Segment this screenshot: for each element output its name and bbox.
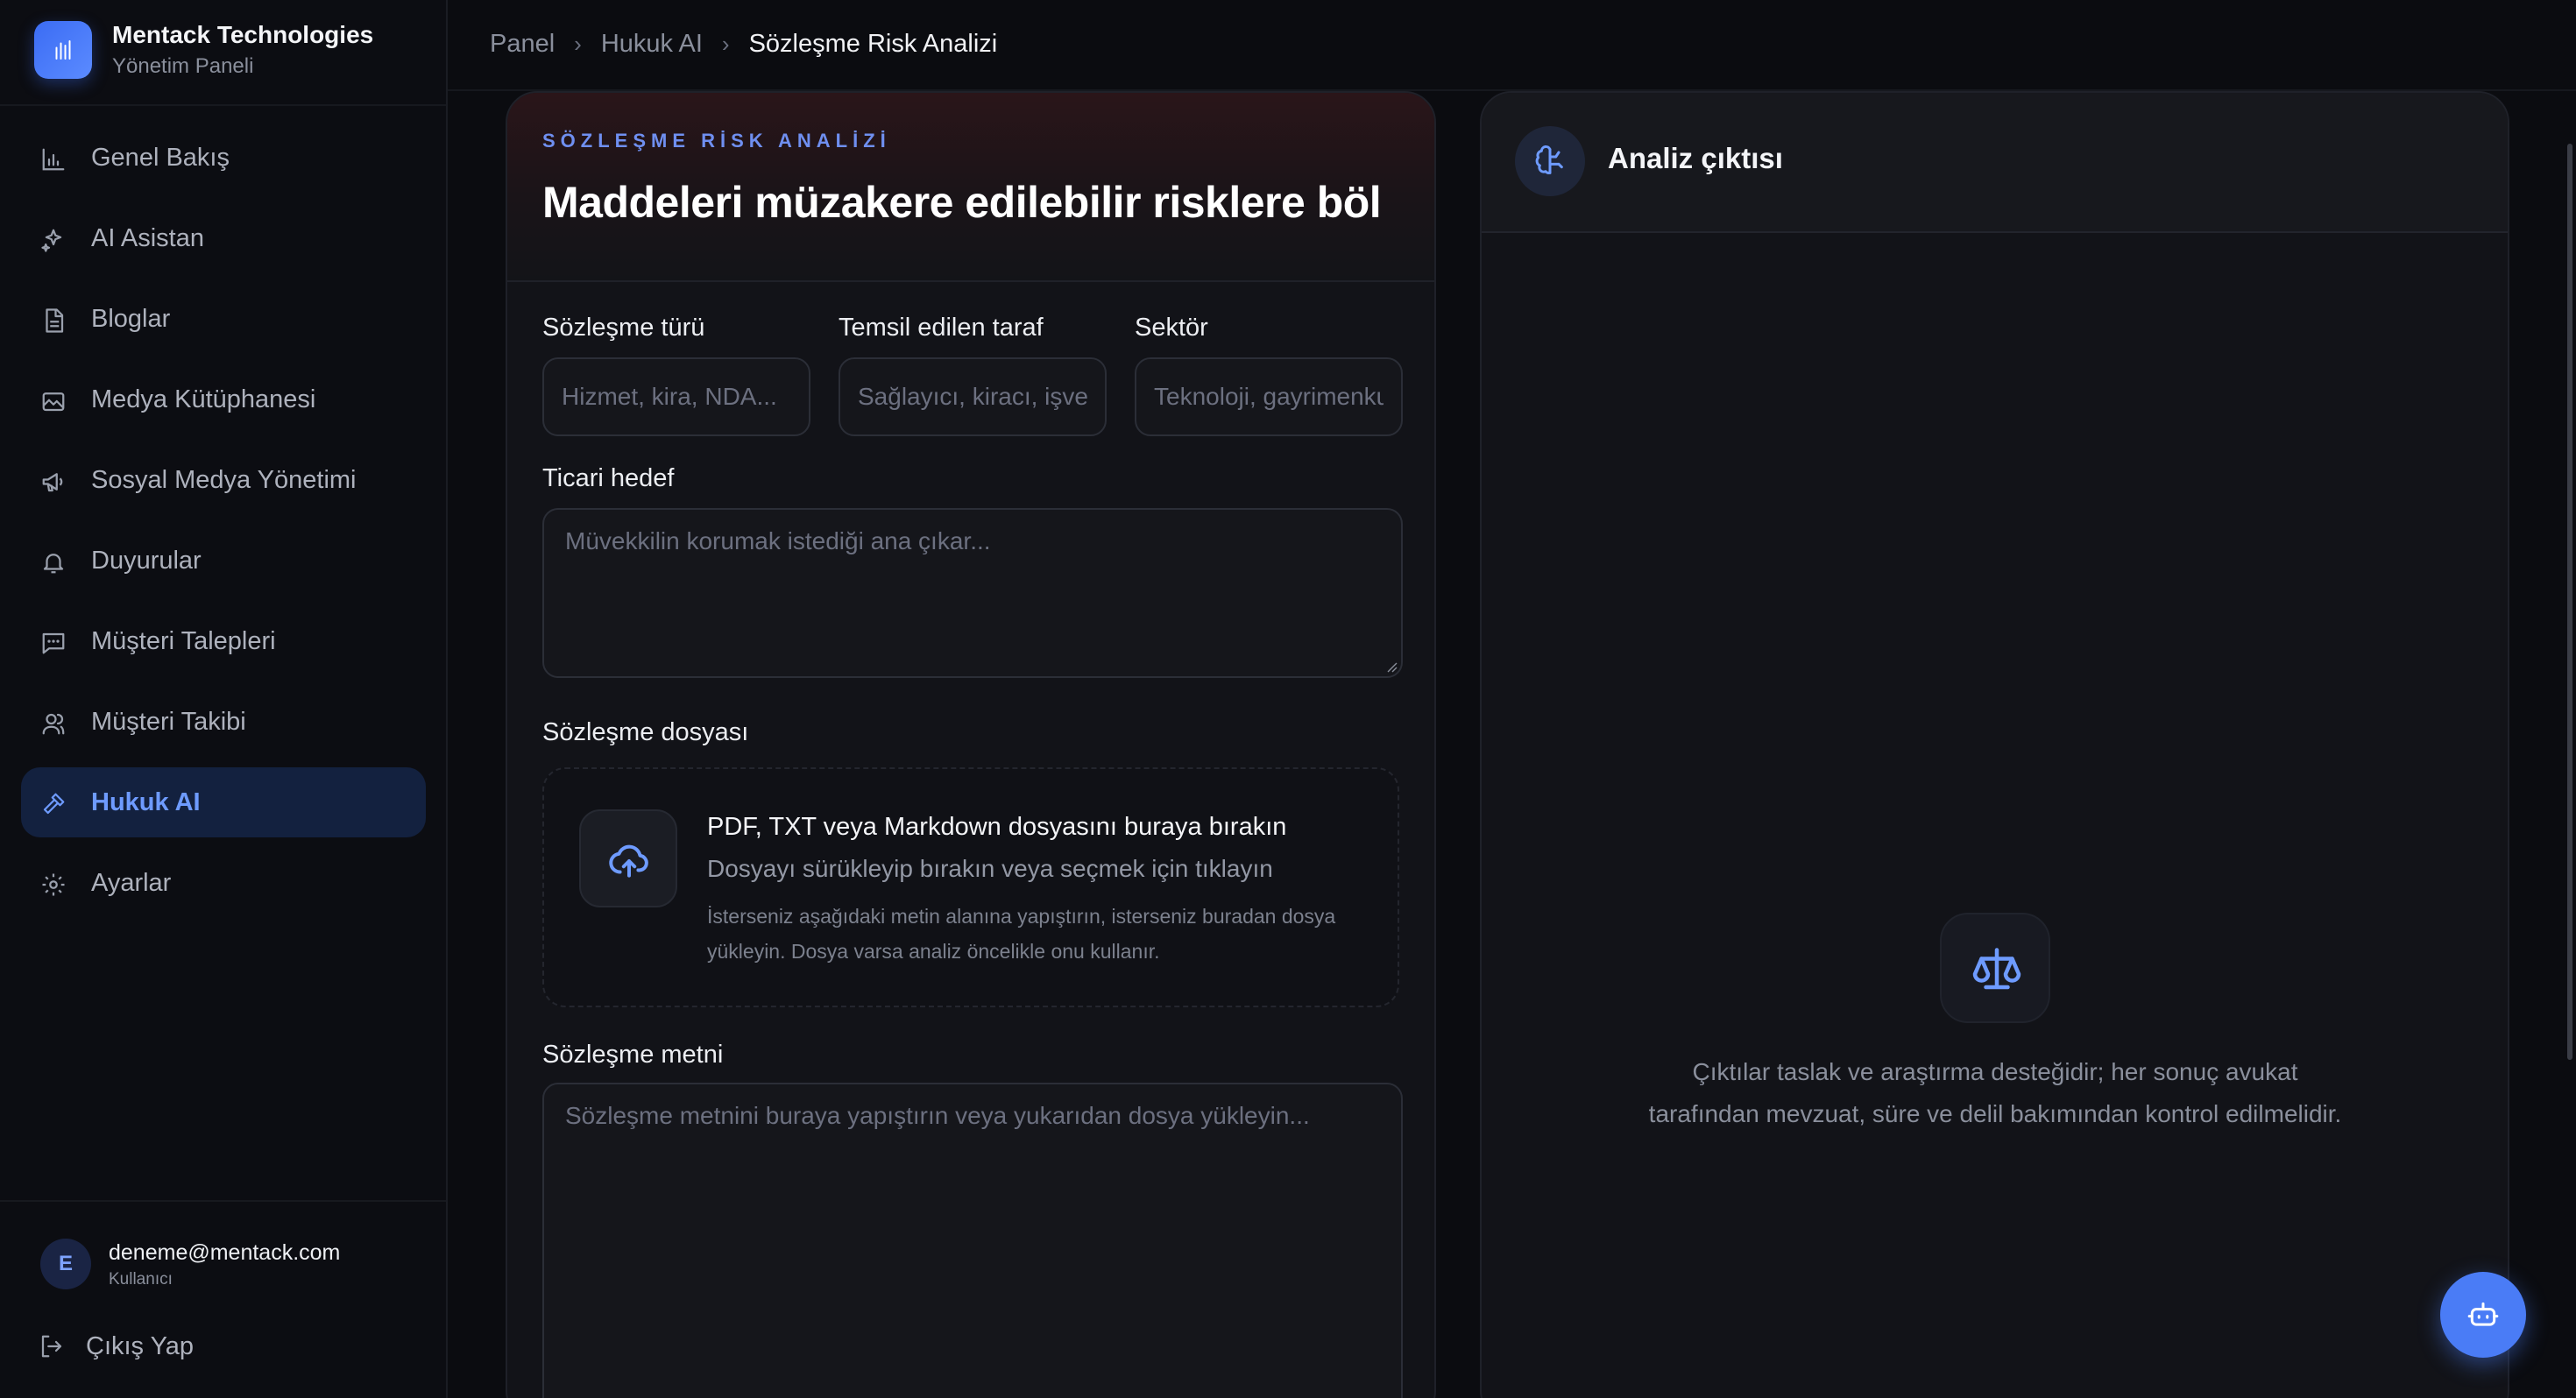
bell-icon	[40, 549, 67, 575]
sidebar-item-bloglar[interactable]: Bloglar	[21, 284, 426, 354]
sidebar-item-label: Duyurular	[91, 547, 202, 575]
dropzone-title: PDF, TXT veya Markdown dosyasını buraya …	[707, 813, 1287, 841]
contract-text-field	[542, 1083, 1403, 1398]
logout-label: Çıkış Yap	[86, 1332, 195, 1360]
chevron-right-icon: ›	[574, 30, 582, 57]
sidebar-item-label: Hukuk AI	[91, 788, 201, 816]
page-scrollbar[interactable]	[2567, 144, 2572, 1060]
sparkles-icon	[40, 227, 67, 253]
assistant-fab-button[interactable]	[2440, 1272, 2526, 1358]
resize-handle-icon[interactable]	[1385, 660, 1398, 673]
sidebar-item-label: Medya Kütüphanesi	[91, 385, 316, 413]
gear-icon	[40, 872, 67, 898]
goal-textarea[interactable]	[544, 510, 1401, 676]
logout-icon	[41, 1335, 62, 1358]
sidebar-item-ayarlar[interactable]: Ayarlar	[21, 848, 426, 918]
image-icon	[40, 388, 67, 414]
goal-label: Ticari hedef	[542, 464, 675, 492]
megaphone-icon	[40, 469, 67, 495]
breadcrumb-item-panel[interactable]: Panel	[490, 30, 555, 59]
output-empty-text: Çıktılar taslak ve araştırma desteğidir;…	[1648, 1058, 2342, 1127]
brain-icon	[1515, 126, 1585, 196]
file-label: Sözleşme dosyası	[542, 718, 749, 746]
sector-field	[1135, 357, 1403, 436]
chevron-right-icon: ›	[721, 30, 730, 57]
sidebar-item-genel-bakis[interactable]: Genel Bakış	[21, 123, 426, 193]
output-header: Analiz çıktısı	[1482, 93, 2508, 233]
sidebar-item-label: Sosyal Medya Yönetimi	[91, 466, 357, 494]
sidebar-item-medya-kutuphanesi[interactable]: Medya Kütüphanesi	[21, 364, 426, 434]
contract-type-input[interactable]	[544, 359, 809, 434]
sidebar-item-duyurular[interactable]: Duyurular	[21, 526, 426, 596]
dropzone-subtitle: Dosyayı sürükleyip bırakın veya seçmek i…	[707, 855, 1273, 882]
sector-label: Sektör	[1135, 314, 1208, 342]
sector-input[interactable]	[1136, 359, 1401, 434]
contract-type-label: Sözleşme türü	[542, 314, 705, 342]
contract-form-card: SÖZLEŞME RİSK ANALİZİ Maddeleri müzakere…	[506, 91, 1436, 1398]
sidebar-item-label: Bloglar	[91, 305, 171, 333]
sidebar-item-label: Genel Bakış	[91, 144, 230, 172]
sidebar-item-label: Müşteri Takibi	[91, 708, 246, 736]
sidebar-item-label: Ayarlar	[91, 869, 172, 897]
output-title: Analiz çıktısı	[1608, 142, 1783, 174]
user-panel: E deneme@mentack.com Kullanıcı Çıkış Yap	[0, 1200, 446, 1398]
sidebar-item-label: Müşteri Talepleri	[91, 627, 276, 655]
brand-name: Mentack Technologies	[112, 21, 374, 48]
sidebar: Mentack Technologies Yönetim Paneli Gene…	[0, 0, 448, 1398]
party-field	[839, 357, 1107, 436]
avatar[interactable]: E	[40, 1239, 91, 1289]
logo-icon	[34, 21, 92, 79]
scale-icon	[1940, 913, 2050, 1023]
gavel-icon	[40, 791, 67, 817]
dropzone-note: İsterseniz aşağıdaki metin alanına yapış…	[707, 905, 1336, 963]
party-input[interactable]	[840, 359, 1105, 434]
user-email: deneme@mentack.com	[109, 1240, 341, 1265]
robot-icon	[2467, 1302, 2499, 1326]
brand-subtitle: Yönetim Paneli	[112, 54, 254, 78]
analysis-output-card: Analiz çıktısı Çıktılar taslak ve araştı…	[1480, 91, 2509, 1398]
upload-icon	[579, 809, 677, 907]
form-header: SÖZLEŞME RİSK ANALİZİ Maddeleri müzakere…	[507, 93, 1434, 282]
sidebar-item-hukuk-ai[interactable]: Hukuk AI	[21, 767, 426, 837]
bar-chart-icon	[40, 146, 67, 173]
sidebar-item-musteri-talepleri[interactable]: Müşteri Talepleri	[21, 606, 426, 676]
sidebar-item-ai-asistan[interactable]: AI Asistan	[21, 203, 426, 273]
sidebar-item-sosyal-medya[interactable]: Sosyal Medya Yönetimi	[21, 445, 426, 515]
contract-text-label: Sözleşme metni	[542, 1041, 724, 1069]
form-eyebrow: SÖZLEŞME RİSK ANALİZİ	[542, 130, 891, 152]
message-icon	[40, 630, 67, 656]
brand-header: Mentack Technologies Yönetim Paneli	[0, 0, 446, 106]
contract-text-textarea[interactable]	[544, 1084, 1401, 1398]
breadcrumb-item-hukuk-ai[interactable]: Hukuk AI	[601, 30, 703, 59]
document-icon	[40, 307, 67, 334]
form-title: Maddeleri müzakere edilebilir risklere b…	[542, 178, 1382, 227]
users-icon	[40, 710, 67, 737]
topbar: Panel › Hukuk AI › Sözleşme Risk Analizi	[448, 0, 2576, 91]
sidebar-item-label: AI Asistan	[91, 224, 204, 252]
contract-type-field	[542, 357, 810, 436]
breadcrumb: Panel › Hukuk AI › Sözleşme Risk Analizi	[490, 0, 997, 88]
goal-field	[542, 508, 1403, 678]
party-label: Temsil edilen taraf	[839, 314, 1044, 342]
user-role: Kullanıcı	[109, 1270, 173, 1289]
breadcrumb-item-current: Sözleşme Risk Analizi	[748, 29, 998, 58]
file-dropzone[interactable]: PDF, TXT veya Markdown dosyasını buraya …	[542, 767, 1399, 1007]
sidebar-nav: Genel Bakış AI Asistan Bloglar Medya Küt…	[21, 123, 426, 928]
sidebar-item-musteri-takibi[interactable]: Müşteri Takibi	[21, 687, 426, 757]
